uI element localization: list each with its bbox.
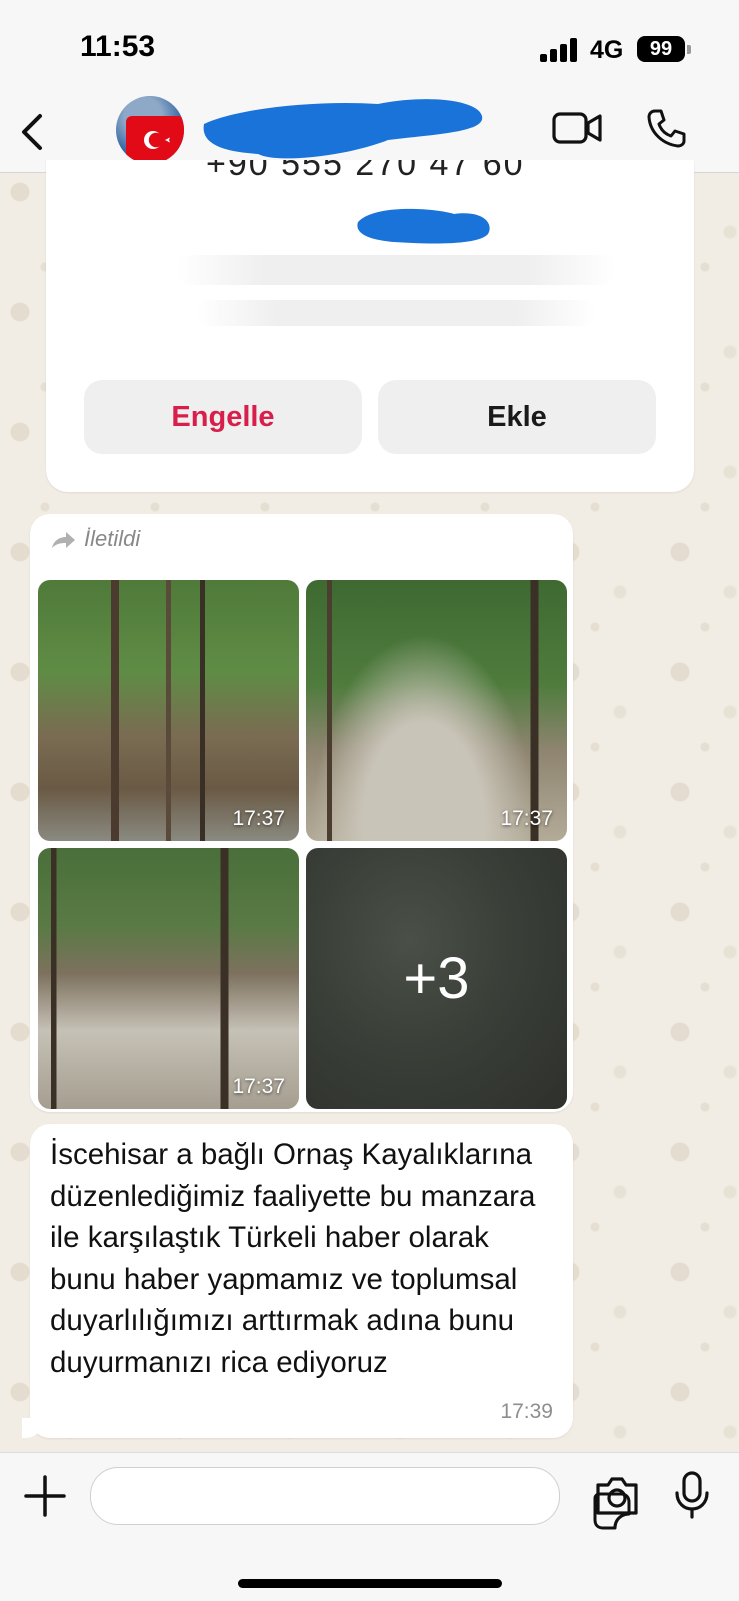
network-label: 4G bbox=[590, 36, 624, 64]
photo-timestamp: 17:37 bbox=[232, 807, 285, 830]
blurred-info-line bbox=[196, 300, 596, 326]
block-button[interactable]: Engelle bbox=[84, 380, 362, 454]
camera-icon[interactable] bbox=[594, 1475, 640, 1517]
status-time: 11:53 bbox=[80, 30, 156, 63]
text-message-bubble[interactable]: İscehisar a bağlı Ornaş Kayalıklarına dü… bbox=[22, 1124, 573, 1438]
forward-arrow-icon bbox=[52, 532, 75, 549]
media-message-bubble[interactable]: İletildi 17:37 17:37 17:37 +3 bbox=[30, 514, 573, 1112]
battery-icon: 99 bbox=[637, 36, 685, 62]
unknown-contact-card: +90 555 270 47 60 Engelle Ekle bbox=[46, 160, 694, 492]
add-contact-button[interactable]: Ekle bbox=[378, 380, 656, 454]
video-call-icon[interactable] bbox=[552, 110, 602, 146]
microphone-icon[interactable] bbox=[674, 1471, 710, 1519]
battery-tip bbox=[687, 45, 691, 54]
photo-timestamp: 17:37 bbox=[500, 807, 553, 830]
contact-phone: +90 555 270 47 60 bbox=[206, 160, 586, 178]
photo-thumbnail[interactable]: 17:37 bbox=[38, 580, 299, 841]
plus-icon[interactable] bbox=[22, 1473, 68, 1519]
status-bar: 11:53 4G 99 bbox=[0, 0, 739, 92]
message-text: İscehisar a bağlı Ornaş Kayalıklarına dü… bbox=[50, 1138, 536, 1379]
redacted-contact-info bbox=[357, 208, 490, 244]
more-photos-count: +3 bbox=[403, 946, 470, 1011]
signal-icon bbox=[540, 38, 580, 62]
message-input[interactable] bbox=[90, 1467, 631, 1530]
message-composer bbox=[0, 1452, 739, 1601]
phone-icon[interactable] bbox=[646, 108, 686, 148]
message-timestamp: 17:39 bbox=[500, 1400, 553, 1423]
more-photos-tile[interactable]: +3 bbox=[306, 848, 567, 1109]
chevron-left-icon[interactable] bbox=[14, 110, 54, 154]
photo-thumbnail[interactable]: 17:37 bbox=[306, 580, 567, 841]
photo-thumbnail[interactable]: 17:37 bbox=[38, 848, 299, 1109]
bubble-tail bbox=[22, 1418, 42, 1438]
avatar[interactable] bbox=[116, 96, 184, 164]
blurred-info-line bbox=[176, 255, 616, 285]
photo-timestamp: 17:37 bbox=[232, 1075, 285, 1098]
forwarded-label: İletildi bbox=[50, 526, 140, 556]
home-indicator bbox=[238, 1579, 502, 1588]
redacted-contact-name bbox=[203, 99, 483, 159]
